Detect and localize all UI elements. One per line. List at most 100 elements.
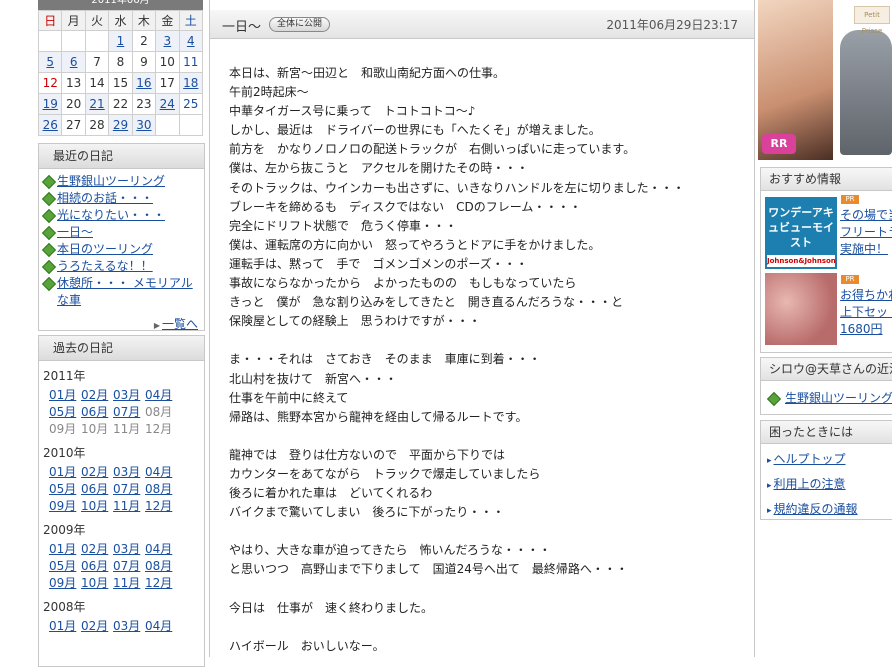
past-month-link[interactable]: 08月 xyxy=(145,558,177,575)
past-year-label: 2009年 xyxy=(43,523,86,537)
friend-update-link[interactable]: 生野銀山ツーリング xyxy=(785,391,892,405)
recommend-item-1-line-1[interactable]: その場で当 xyxy=(840,208,892,222)
contact-lens-ad-image[interactable]: ワンデーアキュビューモイスト Johnson&Johnson xyxy=(765,197,837,269)
calendar-day[interactable]: 3 xyxy=(155,30,180,52)
recent-diary-link[interactable]: 一日～ xyxy=(57,225,93,239)
calendar-day[interactable]: 24 xyxy=(155,93,180,115)
past-month-link[interactable]: 11月 xyxy=(113,498,145,515)
calendar-day[interactable]: 29 xyxy=(108,114,133,136)
terms-notice-link[interactable]: 利用上の注意 xyxy=(774,477,846,491)
past-month-link[interactable]: 04月 xyxy=(145,464,177,481)
past-month-link[interactable]: 05月 xyxy=(49,404,81,421)
recent-diary-item[interactable]: 生野銀山ツーリング xyxy=(41,173,204,190)
past-month-link[interactable]: 04月 xyxy=(145,387,177,404)
help-top-link[interactable]: ヘルプトップ xyxy=(774,452,846,466)
calendar: 2011年06月 日月火水木金土 1 2 3 4 5 6 7 8 9 10 11 12 13 14 15 16… xyxy=(37,0,204,136)
past-month-link[interactable]: 12月 xyxy=(145,498,177,515)
recent-diary-item[interactable]: 相続のお話・・・ xyxy=(41,190,204,207)
past-month-link[interactable]: 09月 xyxy=(49,498,81,515)
past-month-link[interactable]: 01月 xyxy=(49,464,81,481)
entry-line: やはり、大きな車が迫ってきたら 怖いんだろうな・・・・ xyxy=(229,543,551,558)
calendar-day: 9 xyxy=(131,51,157,73)
past-month-link[interactable]: 07月 xyxy=(113,481,145,498)
past-month-link[interactable]: 08月 xyxy=(145,481,177,498)
calendar-day[interactable]: 19 xyxy=(37,93,63,115)
past-month-link[interactable]: 02月 xyxy=(81,387,113,404)
calendar-day-link[interactable]: 5 xyxy=(46,55,54,69)
recent-diary-link[interactable]: 相続のお話・・・ xyxy=(57,191,153,205)
lingerie-ad-image[interactable] xyxy=(765,273,837,345)
recent-diary-item[interactable]: 休憩所・・・ メモリアルな車 xyxy=(41,275,204,309)
past-month-link[interactable]: 02月 xyxy=(81,464,113,481)
past-month-link[interactable]: 05月 xyxy=(49,558,81,575)
recent-diary-link[interactable]: 生野銀山ツーリング xyxy=(57,174,165,188)
entry-line: ハイボール おいしいなー。 xyxy=(229,638,385,653)
calendar-day[interactable]: 5 xyxy=(37,51,63,73)
past-month-link[interactable]: 11月 xyxy=(113,575,145,592)
past-month-link[interactable]: 10月 xyxy=(81,498,113,515)
recommend-item-2-line-1[interactable]: お得ちかわ xyxy=(840,288,892,302)
past-month-link[interactable]: 02月 xyxy=(81,618,113,635)
past-month-link[interactable]: 07月 xyxy=(113,404,145,421)
past-month-link[interactable]: 10月 xyxy=(81,575,113,592)
past-month-link[interactable]: 06月 xyxy=(81,481,113,498)
past-month-link[interactable]: 01月 xyxy=(49,387,81,404)
top-banner-ad[interactable]: Petit Prisse RR xyxy=(758,0,892,160)
calendar-day-link[interactable]: 6 xyxy=(70,55,78,69)
past-month-link[interactable]: 05月 xyxy=(49,481,81,498)
past-month-link[interactable]: 03月 xyxy=(113,618,145,635)
calendar-day-link[interactable]: 24 xyxy=(160,97,175,111)
past-month-link[interactable]: 04月 xyxy=(145,541,177,558)
calendar-day[interactable]: 1 xyxy=(108,30,133,52)
past-month-link[interactable]: 03月 xyxy=(113,464,145,481)
calendar-day[interactable]: 26 xyxy=(37,114,63,136)
calendar-day-link[interactable]: 26 xyxy=(43,118,58,132)
past-month-link[interactable]: 06月 xyxy=(81,558,113,575)
past-month-link[interactable]: 01月 xyxy=(49,541,81,558)
friend-updates-box: シロウ@天草さんの近況 生野銀山ツーリング xyxy=(760,357,892,415)
entry-line: 帰路は、熊野本宮から龍神を経由して帰るルートです。 xyxy=(229,409,528,424)
recent-diary-link[interactable]: うろたえるな！！ xyxy=(57,259,153,273)
recommend-item-2[interactable]: PR お得ちかわ 上下セット 1680円 xyxy=(761,271,892,351)
calendar-day[interactable]: 18 xyxy=(178,72,204,94)
recent-more-link[interactable]: 一覧へ xyxy=(162,317,198,331)
calendar-day[interactable]: 16 xyxy=(131,72,157,94)
friend-updates-title: シロウ@天草さんの近況 xyxy=(761,358,892,381)
past-month-link[interactable]: 01月 xyxy=(49,618,81,635)
report-violation-link[interactable]: 規約違反の通報 xyxy=(774,502,858,516)
past-month-link[interactable]: 04月 xyxy=(145,618,177,635)
past-month-link[interactable]: 06月 xyxy=(81,404,113,421)
calendar-day-link[interactable]: 29 xyxy=(113,118,128,132)
calendar-day-link[interactable]: 18 xyxy=(183,76,198,90)
recommend-item-1[interactable]: ワンデーアキュビューモイスト Johnson&Johnson PR その場で当 … xyxy=(761,191,892,271)
past-month-link[interactable]: 09月 xyxy=(49,575,81,592)
calendar-day-link[interactable]: 19 xyxy=(43,97,58,111)
recommend-item-1-line-2[interactable]: フリートラ xyxy=(840,225,892,239)
calendar-day-link[interactable]: 3 xyxy=(164,34,172,48)
recent-diary-link[interactable]: 本日のツーリング xyxy=(57,242,153,256)
past-month-link[interactable]: 03月 xyxy=(113,541,145,558)
recommend-item-2-line-2[interactable]: 上下セット xyxy=(840,305,892,319)
recommend-item-2-line-3[interactable]: 1680円 xyxy=(840,322,883,336)
past-month-link[interactable]: 07月 xyxy=(113,558,145,575)
calendar-day[interactable]: 21 xyxy=(84,93,110,115)
calendar-day-link[interactable]: 1 xyxy=(117,34,125,48)
recent-diary-item[interactable]: うろたえるな！！ xyxy=(41,258,204,275)
past-month-link[interactable]: 03月 xyxy=(113,387,145,404)
calendar-day[interactable]: 6 xyxy=(61,51,86,73)
calendar-day[interactable]: 4 xyxy=(178,30,204,52)
recent-diary-item[interactable]: 一日～ xyxy=(41,224,204,241)
calendar-day-link[interactable]: 30 xyxy=(136,118,151,132)
past-month-link[interactable]: 12月 xyxy=(145,575,177,592)
calendar-day-link[interactable]: 16 xyxy=(136,76,151,90)
recent-diary-box: 最近の日記 生野銀山ツーリング 相続のお話・・・ 光になりたい・・・ 一日～ 本日のツー… xyxy=(38,143,205,331)
recommend-item-1-line-3[interactable]: 実施中！ xyxy=(840,242,888,256)
calendar-day-link[interactable]: 4 xyxy=(187,34,195,48)
recent-diary-item[interactable]: 光になりたい・・・ xyxy=(41,207,204,224)
calendar-day[interactable]: 30 xyxy=(131,114,157,136)
recent-diary-link[interactable]: 休憩所・・・ メモリアルな車 xyxy=(57,276,193,307)
recent-diary-item[interactable]: 本日のツーリング xyxy=(41,241,204,258)
calendar-day-link[interactable]: 21 xyxy=(89,97,104,111)
past-month-link[interactable]: 02月 xyxy=(81,541,113,558)
recent-diary-link[interactable]: 光になりたい・・・ xyxy=(57,208,165,222)
